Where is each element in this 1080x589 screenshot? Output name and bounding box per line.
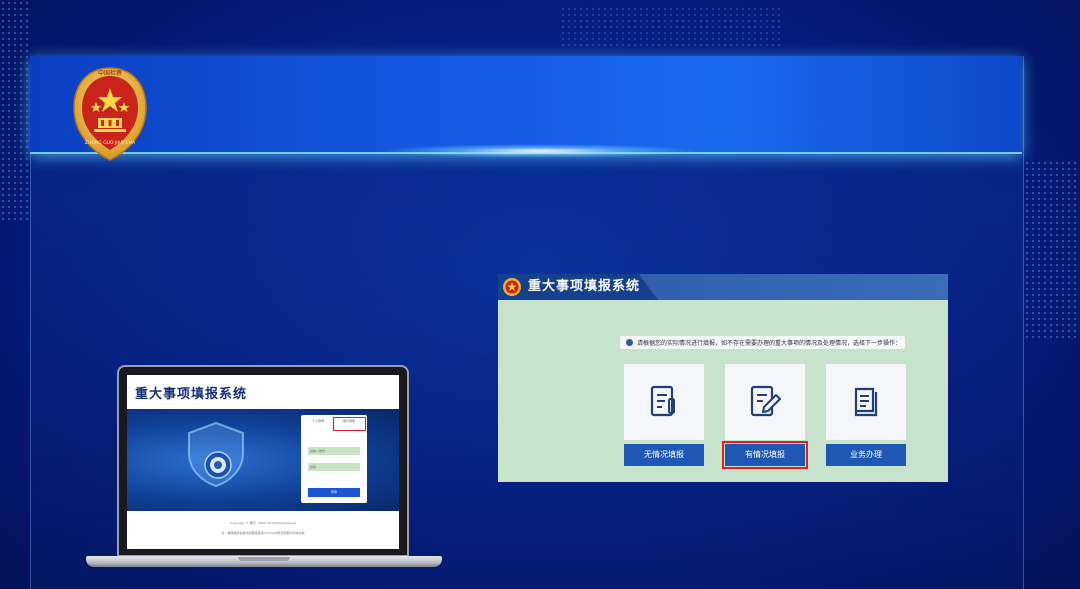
laptop-mockup: 重大事项填报系统 个人登录 用户登录 请输入账号 密码 登录 Copyright… [117, 365, 409, 557]
emblem-ring-text: ZHONG GUO JIAN CHA [85, 140, 136, 146]
laptop-tab-personal[interactable]: 个人登录 [305, 419, 331, 423]
card-business[interactable]: 业务办理 [826, 364, 906, 468]
book-icon [854, 387, 878, 417]
laptop-username-field[interactable]: 请输入账号 [308, 447, 360, 455]
laptop-app-title: 重大事项填报系统 [135, 386, 248, 402]
header-band [30, 56, 1022, 154]
laptop-login-box: 个人登录 用户登录 请输入账号 密码 登录 [301, 415, 367, 503]
laptop-password-field[interactable]: 密码 [308, 463, 360, 471]
laptop-copyright: Copyright © 重庆 · 2022 All Rights Reserve… [229, 521, 297, 525]
laptop-login-banner: 个人登录 用户登录 请输入账号 密码 登录 [127, 409, 399, 513]
app-title: 重大事项填报系统 [528, 279, 641, 294]
emblem-top-text: 中国检察 [98, 69, 122, 77]
laptop-tab-highlight [333, 417, 366, 431]
procuratorate-emblem: 中国检察 ZHONG GUO JIAN CHA [73, 67, 147, 161]
background-dots [1024, 160, 1080, 340]
edit-icon [750, 385, 781, 417]
shield-icon [188, 421, 244, 488]
business-handling-button[interactable]: 业务办理 [826, 444, 906, 466]
header-glow [380, 144, 700, 158]
laptop-footer: Copyright © 重庆 · 2022 All Rights Reserve… [127, 511, 399, 549]
notice-bar: 请根据您的实际情况进行填报，如不存在需要办理的重大事项的情况及处理情况，选择下一… [620, 336, 905, 349]
card-icon-area[interactable] [826, 364, 906, 440]
card-icon-area[interactable] [725, 364, 805, 440]
laptop-footer-notice: 注：推荐使用谷歌浏览器或其他chrome内核浏览器访问本系统 [221, 531, 305, 535]
laptop-screen: 重大事项填报系统 个人登录 用户登录 请输入账号 密码 登录 Copyright… [127, 375, 399, 549]
app-titlebar: 重大事项填报系统 [498, 274, 948, 300]
emblem-icon [503, 278, 521, 296]
laptop-notch [238, 557, 290, 561]
form-icon [650, 385, 675, 417]
info-icon [626, 339, 633, 346]
card-icon-area[interactable] [624, 364, 704, 440]
card-no-situation[interactable]: 无情况填报 [624, 364, 704, 468]
laptop-login-button[interactable]: 登录 [308, 488, 360, 497]
notice-text: 请根据您的实际情况进行填报，如不存在需要办理的重大事项的情况及处理情况，选择下一… [637, 340, 902, 347]
card-has-situation[interactable]: 有情况填报 [722, 364, 808, 469]
has-situation-report-button[interactable]: 有情况填报 [722, 441, 808, 469]
app-window: 重大事项填报系统 请根据您的实际情况进行填报，如不存在需要办理的重大事项的情况及… [498, 274, 948, 482]
no-situation-report-button[interactable]: 无情况填报 [624, 444, 704, 466]
background-dots [560, 6, 780, 50]
background-dots [0, 0, 30, 220]
laptop-app-header: 重大事项填报系统 [127, 375, 399, 409]
